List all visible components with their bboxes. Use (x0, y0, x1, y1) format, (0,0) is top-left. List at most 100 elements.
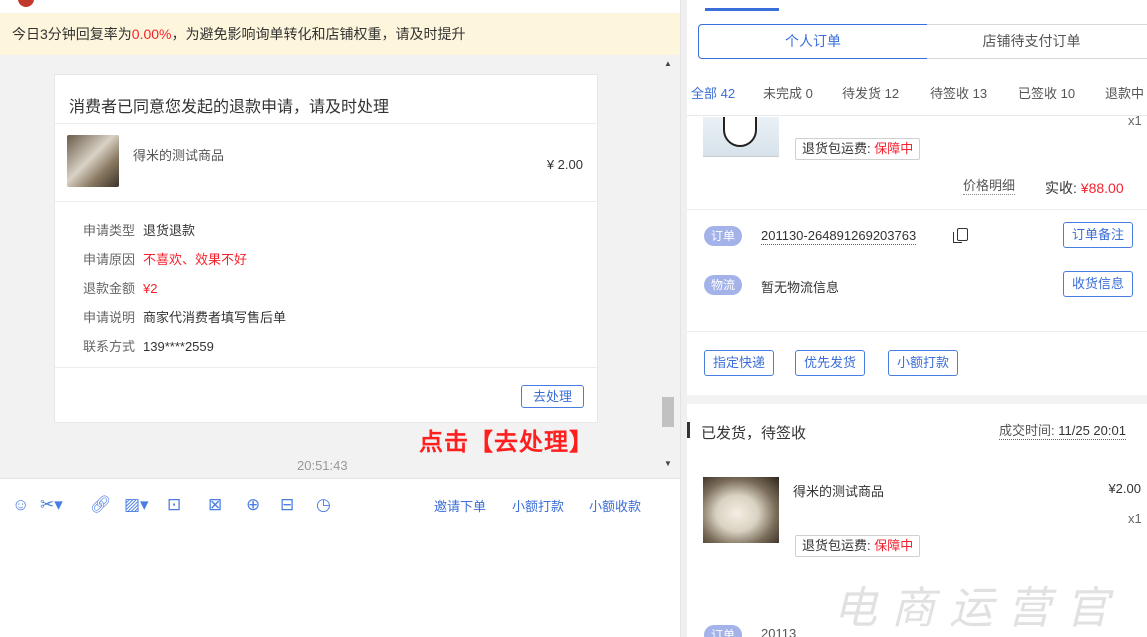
divider (55, 123, 599, 124)
order-remark-button[interactable]: 订单备注 (1063, 222, 1134, 248)
scissors-icon[interactable]: ✂▾ (40, 495, 63, 515)
field-refund-amount: 退款金额 ¥2 (83, 278, 157, 297)
field-apply-type: 申请类型 退货退款 (83, 220, 195, 239)
deal-time-value: 11/25 20:01 (1058, 423, 1126, 438)
deal-time: 成交时间: 11/25 20:01 (999, 423, 1126, 440)
search-icon[interactable]: ⊕ (246, 495, 260, 515)
scroll-down-arrow-icon[interactable]: ▼ (664, 459, 672, 468)
badge-label: 退货包运费: (802, 141, 875, 156)
chat-panel: 今日3分钟回复率为0.00%，为避免影响询单转化和店铺权重，请及时提升 消费者已… (0, 0, 680, 637)
order-product-price: ¥2.00 (1108, 481, 1141, 496)
folder-icon[interactable]: ⊟ (280, 495, 294, 515)
product-price: ¥ 2.00 (546, 157, 583, 172)
link-icon[interactable]: 🔗︎ (90, 495, 112, 515)
small-collection-link[interactable]: 小额收款 (589, 496, 641, 515)
receiver-info-button[interactable]: 收货信息 (1063, 271, 1134, 297)
scroll-up-arrow-icon[interactable]: ▲ (664, 59, 672, 68)
order-number[interactable]: 20113 (761, 626, 796, 637)
chat-scrollbar[interactable]: ▲ ▼ (660, 55, 676, 470)
field-value: 退货退款 (143, 223, 196, 238)
field-value: 商家代消费者填写售后单 (143, 310, 287, 325)
logistics-tag: 物流 (704, 275, 743, 295)
divider (55, 201, 599, 202)
notice-suffix: ，为避免影响询单转化和店铺权重，请及时提升 (171, 26, 466, 42)
small-payment-button[interactable]: 小额打款 (888, 350, 959, 376)
order-product-name[interactable]: 得米的测试商品 (793, 481, 884, 500)
assign-courier-button[interactable]: 指定快递 (704, 350, 775, 376)
filter-to-ship[interactable]: 待发货 12 (842, 83, 899, 102)
refund-card: 消费者已同意您发起的退款申请，请及时处理 得米的测试商品 ¥ 2.00 申请类型… (54, 74, 599, 423)
badge-value: 保障中 (874, 538, 914, 553)
invite-order-link[interactable]: 邀请下单 (434, 496, 486, 515)
field-apply-note: 申请说明 商家代消费者填写售后单 (83, 307, 286, 326)
badge-label: 退货包运费: (802, 538, 875, 553)
order-qty: x1 (1128, 113, 1142, 128)
return-shipping-badge: 退货包运费: 保障中 (795, 138, 921, 160)
badge-value: 保障中 (874, 141, 914, 156)
filter-incomplete[interactable]: 未完成 0 (763, 83, 813, 102)
order-tag: 订单 (704, 226, 743, 246)
tab-personal-orders[interactable]: 个人订单 (698, 24, 928, 59)
watermark: 电商运营官 (833, 583, 1123, 634)
product-name[interactable]: 得米的测试商品 (133, 145, 224, 164)
order-panel: 个人订单 店铺待支付订单 全部 42 未完成 0 待发货 12 待签收 13 已… (687, 0, 1147, 637)
field-value: 不喜欢、效果不好 (143, 252, 248, 267)
copy-icon[interactable] (953, 228, 968, 243)
product-thumbnail[interactable] (67, 135, 119, 187)
instruction-annotation: 点击【去处理】 (419, 429, 594, 456)
order-product-image[interactable] (703, 477, 779, 543)
panel-divider[interactable] (680, 0, 687, 637)
image-icon[interactable]: ▨▾ (124, 495, 149, 515)
filter-refunding[interactable]: 退款中 (1105, 83, 1144, 102)
paid-amount: 实收: ¥88.00 (1045, 178, 1124, 198)
deal-time-label: 成交时间: (999, 423, 1059, 438)
divider (687, 331, 1147, 332)
filter-signed[interactable]: 已签收 10 (1018, 83, 1075, 102)
input-toolbar: ☺ ✂▾ 🔗︎ ▨▾ ⊡ ⊠ ⊕ ⊟ ◷ 邀请下单 小额打款 小额收款 (0, 478, 680, 637)
small-payment-link[interactable]: 小额打款 (512, 496, 564, 515)
notice-prefix: 今日3分钟回复率为 (12, 26, 132, 42)
priority-ship-button[interactable]: 优先发货 (795, 350, 866, 376)
order-number[interactable]: 201130-264891269203763 (761, 228, 917, 245)
field-contact: 联系方式 139****2559 (83, 336, 214, 355)
product-figure (723, 117, 757, 147)
app-root: 今日3分钟回复率为0.00%，为避免影响询单转化和店铺权重，请及时提升 消费者已… (0, 0, 1147, 637)
price-detail-link[interactable]: 价格明细 (963, 178, 1016, 195)
field-value: ¥2 (143, 281, 158, 296)
order-tag: 订单 (704, 625, 743, 637)
divider (687, 209, 1147, 210)
order-qty: x1 (1128, 511, 1142, 526)
refund-card-title: 消费者已同意您发起的退款申请，请及时处理 (69, 99, 390, 116)
active-tab-indicator (705, 8, 779, 11)
reply-rate-notice: 今日3分钟回复率为0.00%，为避免影响询单转化和店铺权重，请及时提升 (0, 13, 680, 55)
filter-to-sign[interactable]: 待签收 13 (930, 83, 987, 102)
field-label: 退款金额 (83, 281, 136, 296)
status-marker (687, 422, 690, 438)
clock-icon[interactable]: ◷ (316, 495, 331, 515)
order-product-image[interactable] (703, 117, 779, 157)
field-label: 申请原因 (83, 252, 136, 267)
coupon-icon[interactable]: ⊠ (208, 495, 222, 515)
divider (55, 367, 599, 368)
emoji-icon[interactable]: ☺ (12, 495, 29, 515)
order-filter-bar: 全部 42 未完成 0 待发货 12 待签收 13 已签收 10 退款中 (687, 66, 1147, 116)
tab-shop-pending-orders[interactable]: 店铺待支付订单 (927, 24, 1147, 59)
field-label: 申请类型 (83, 223, 136, 238)
order-gap (687, 395, 1147, 404)
return-shipping-badge: 退货包运费: 保障中 (795, 535, 921, 557)
message-timestamp: 20:51:43 (297, 458, 348, 473)
field-value: 139****2559 (143, 339, 214, 354)
handle-button[interactable]: 去处理 (521, 385, 584, 408)
scroll-thumb[interactable] (662, 397, 674, 427)
paid-value: ¥88.00 (1080, 180, 1124, 196)
video-icon[interactable]: ⊡ (167, 495, 181, 515)
field-apply-reason: 申请原因 不喜欢、效果不好 (83, 249, 247, 268)
logistics-status: 暂无物流信息 (761, 280, 840, 295)
filter-all[interactable]: 全部 42 (691, 83, 735, 102)
order-type-switch: 个人订单 店铺待支付订单 (698, 24, 1147, 59)
avatar[interactable] (18, 0, 34, 7)
notice-rate: 0.00% (131, 26, 172, 42)
field-label: 联系方式 (83, 339, 136, 354)
order-status: 已发货，待签收 (701, 425, 807, 442)
paid-label: 实收: (1045, 180, 1081, 196)
